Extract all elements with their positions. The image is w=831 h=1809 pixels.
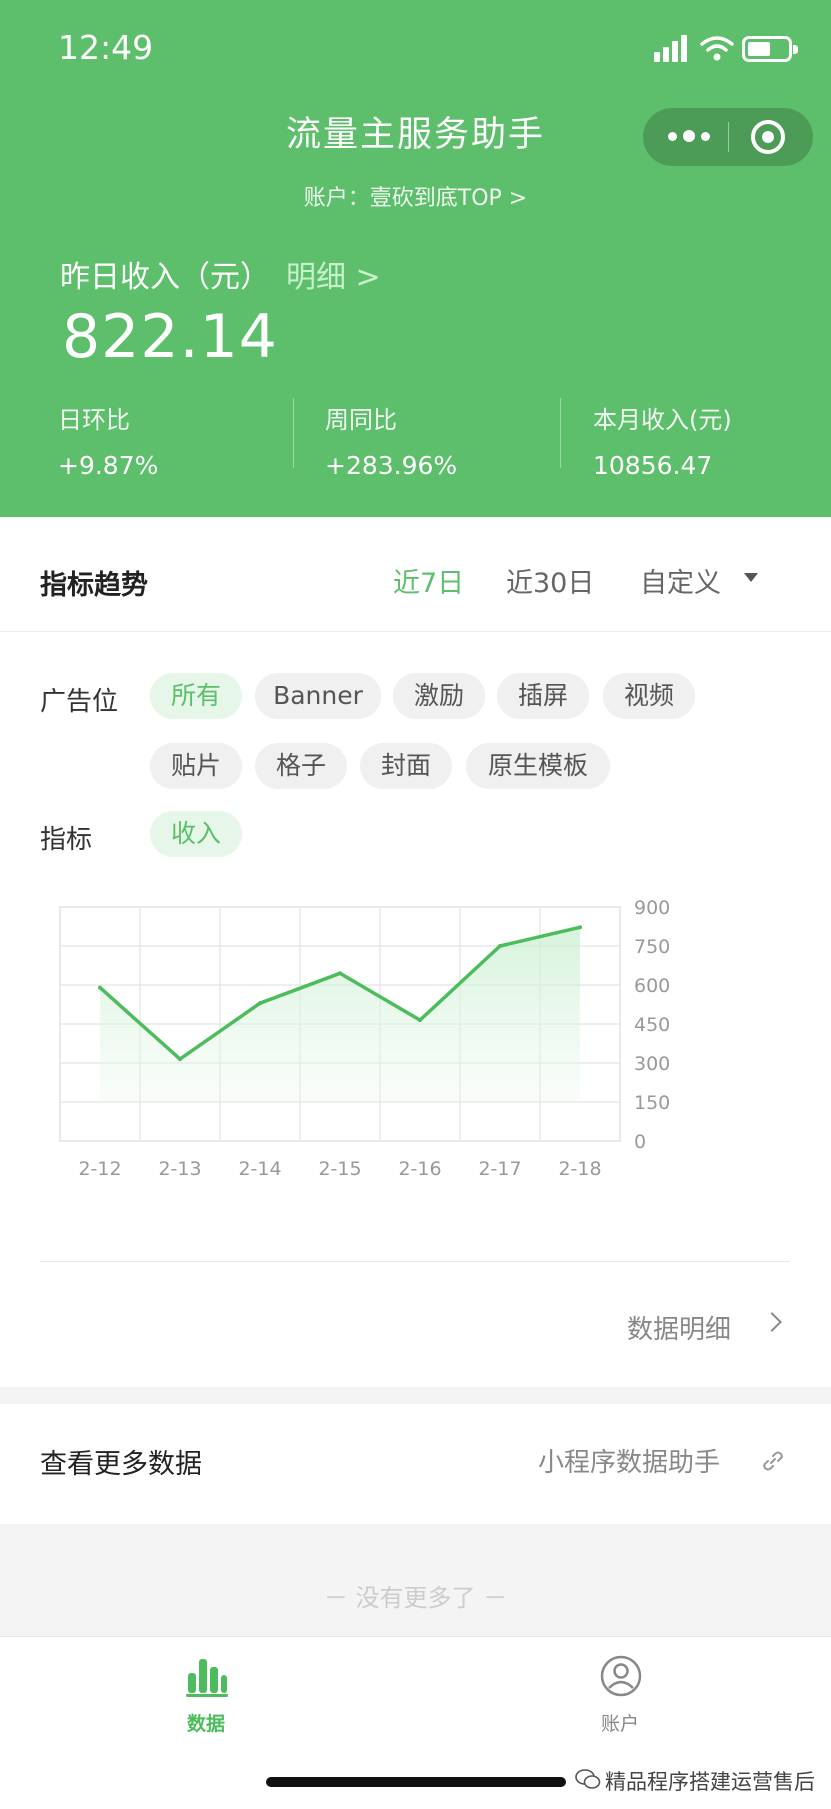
- close-target-icon[interactable]: [751, 120, 785, 154]
- chip-ad-pre-roll[interactable]: 贴片: [150, 743, 242, 789]
- y-tick-label: 750: [634, 936, 670, 958]
- link-icon: [763, 1451, 783, 1471]
- chip-ad-reward[interactable]: 激励: [393, 673, 485, 719]
- chip-ad-all[interactable]: 所有: [150, 673, 242, 719]
- x-tick-label: 2-14: [238, 1158, 281, 1180]
- data-point: [418, 1018, 422, 1023]
- y-tick-label: 300: [634, 1053, 670, 1075]
- yesterday-income-value: 822.14: [62, 302, 278, 372]
- data-point: [258, 1001, 262, 1006]
- stat-value: 10856.47: [593, 451, 713, 480]
- divider: [0, 631, 831, 632]
- range-7-days[interactable]: 近7日: [393, 561, 464, 600]
- chip-ad-grid[interactable]: 格子: [255, 743, 347, 789]
- data-assistant-link[interactable]: 小程序数据助手: [538, 1442, 720, 1479]
- tab-data[interactable]: 数据: [136, 1647, 276, 1747]
- income-trend-chart: 900 750 600 450 300 150 0 2-12 2-13 2-14 2-15 2-16 2…: [59, 897, 670, 1180]
- data-point: [178, 1057, 182, 1062]
- stat-value: +9.87%: [58, 451, 159, 480]
- chip-ad-banner[interactable]: Banner: [255, 673, 381, 719]
- range-30-days[interactable]: 近30日: [506, 561, 594, 600]
- chip-ad-native[interactable]: 原生模板: [466, 743, 610, 789]
- status-bar: 12:49: [0, 0, 831, 100]
- x-tick-label: 2-17: [478, 1158, 521, 1180]
- tab-account[interactable]: 账户: [550, 1647, 690, 1747]
- trend-title: 指标趋势: [40, 570, 148, 601]
- data-point: [498, 944, 502, 948]
- account-switcher[interactable]: 账户：壹砍到底TOP >: [0, 180, 831, 212]
- data-point: [578, 925, 582, 930]
- data-point: [338, 971, 342, 976]
- yesterday-income-label: 昨日收入（元）: [60, 260, 270, 295]
- x-tick-label: 2-12: [78, 1158, 121, 1180]
- stat-value: +283.96%: [325, 451, 458, 480]
- wechat-icon: [575, 1769, 601, 1789]
- x-tick-label: 2-15: [318, 1158, 361, 1180]
- chip-metric-income[interactable]: 收入: [150, 811, 242, 857]
- stat-label: 日环比: [58, 406, 130, 434]
- signal-icon: [654, 34, 692, 62]
- watermark-text: 精品程序搭建运营售后: [605, 1770, 815, 1794]
- stat-label: 周同比: [325, 406, 397, 434]
- battery-icon: [742, 36, 798, 62]
- wifi-icon: [700, 36, 734, 61]
- y-tick-label: 900: [634, 897, 670, 919]
- stat-monthly-income: 本月收入(元) 10856.47: [593, 400, 732, 480]
- divider: [293, 398, 294, 468]
- chip-ad-video[interactable]: 视频: [603, 673, 695, 719]
- chip-ad-interstitial[interactable]: 插屏: [497, 673, 589, 719]
- ad-slot-label: 广告位: [40, 687, 119, 717]
- no-more-text: － 没有更多了 －: [323, 1584, 508, 1612]
- tab-label: 账户: [600, 1713, 639, 1735]
- y-tick-label: 0: [634, 1131, 646, 1153]
- tab-label: 数据: [186, 1713, 225, 1735]
- bar-chart-icon: [186, 1659, 228, 1697]
- stat-weekly-ratio: 周同比 +283.96%: [325, 400, 457, 480]
- x-tick-label: 2-18: [558, 1158, 601, 1180]
- income-detail-link[interactable]: 明细 >: [286, 252, 381, 296]
- range-custom[interactable]: 自定义: [640, 561, 721, 600]
- home-indicator: [266, 1777, 566, 1787]
- mini-program-capsule: [643, 108, 813, 166]
- data-point: [98, 985, 102, 990]
- y-tick-label: 600: [634, 975, 670, 997]
- stat-label: 本月收入(元): [593, 406, 732, 434]
- metric-label: 指标: [40, 825, 93, 855]
- more-data-card[interactable]: 查看更多数据 小程序数据助手: [0, 1404, 831, 1524]
- status-time: 12:49: [58, 28, 154, 67]
- header: 12:49 流量主服务助手 账户：壹砍到底TOP > 昨日收入（元） 明细 > …: [0, 0, 831, 517]
- divider: [560, 398, 561, 468]
- more-icon[interactable]: [663, 121, 715, 151]
- x-tick-label: 2-16: [398, 1158, 441, 1180]
- y-tick-label: 450: [634, 1014, 670, 1036]
- data-detail-link[interactable]: 数据明细: [627, 1309, 731, 1346]
- caret-down-icon[interactable]: [744, 573, 758, 582]
- user-icon: [600, 1655, 642, 1697]
- divider: [40, 1261, 790, 1262]
- chip-ad-cover[interactable]: 封面: [360, 743, 452, 789]
- chevron-right-icon[interactable]: [762, 1312, 782, 1332]
- stat-daily-ratio: 日环比 +9.87%: [58, 400, 158, 480]
- trend-card: 指标趋势 近7日 近30日 自定义 广告位 所有 Banner 激励 插屏 视频…: [0, 517, 831, 1387]
- more-data-title: 查看更多数据: [40, 1449, 202, 1480]
- y-tick-label: 150: [634, 1092, 670, 1114]
- x-tick-label: 2-13: [158, 1158, 201, 1180]
